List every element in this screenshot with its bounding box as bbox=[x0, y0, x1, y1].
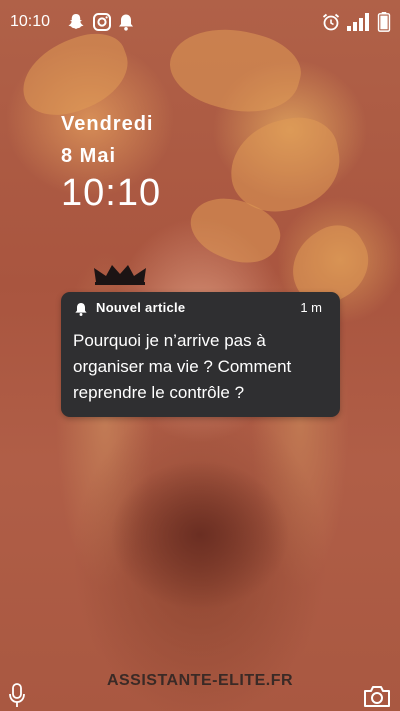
battery-icon bbox=[377, 12, 391, 32]
status-bar: 10:10 bbox=[0, 0, 400, 44]
snapchat-icon bbox=[68, 14, 84, 29]
notification-age: 1 m bbox=[300, 300, 322, 315]
bell-icon bbox=[75, 303, 87, 316]
notification-body: Pourquoi je n’arrive pas à organiser ma … bbox=[73, 331, 292, 402]
lockscreen-date: 8 Mai bbox=[61, 145, 117, 167]
lockscreen-clock: 10:10 bbox=[61, 172, 162, 214]
crown-logo bbox=[94, 265, 146, 285]
notification-card[interactable]: Nouvel article 1 m Pourquoi je n’arrive … bbox=[61, 292, 340, 417]
instagram-icon bbox=[93, 13, 111, 31]
lockscreen-day: Vendredi bbox=[61, 113, 154, 135]
camera-icon[interactable] bbox=[363, 684, 391, 708]
brand-watermark: ASSISTANTE-ELITE.FR bbox=[106, 672, 294, 689]
status-time: 10:10 bbox=[10, 13, 51, 30]
alarm-icon bbox=[322, 13, 340, 31]
signal-icon bbox=[347, 13, 369, 31]
bell-icon bbox=[119, 14, 133, 31]
notification-title: Nouvel article bbox=[96, 300, 186, 315]
